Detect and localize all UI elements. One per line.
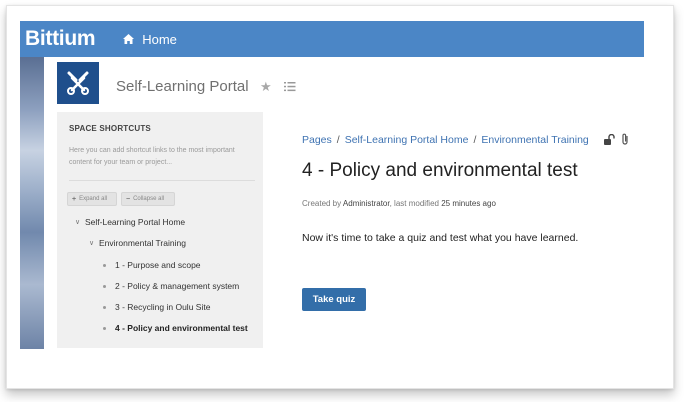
bittium-logo[interactable]: Bittium (25, 27, 96, 51)
take-quiz-button[interactable]: Take quiz (302, 288, 366, 311)
collapse-all-button[interactable]: − Collapse all (121, 192, 175, 206)
top-header: Bittium Home (20, 21, 644, 57)
tree-item-page-3[interactable]: 3 - Recycling in Oulu Site (103, 302, 210, 312)
expand-all-label: Expand all (79, 196, 108, 202)
bullet-icon (103, 263, 106, 267)
tree-item-page-label: 1 - Purpose and scope (115, 260, 201, 270)
tree-item-page-1[interactable]: 1 - Purpose and scope (103, 260, 201, 270)
collapse-all-label: Collapse all (133, 196, 165, 202)
tree-item-root[interactable]: ∨ Self-Learning Portal Home (75, 217, 185, 227)
page-metadata: Created by Administrator, last modified … (302, 199, 496, 208)
meta-modified: , last modified (389, 199, 439, 208)
page-restriction-icons (604, 133, 629, 145)
home-label: Home (142, 31, 177, 47)
list-icon[interactable] (284, 79, 296, 97)
tree-item-page-label: 2 - Policy & management system (115, 281, 240, 291)
chevron-down-icon[interactable]: ∨ (75, 218, 85, 226)
unlock-icon[interactable] (604, 133, 615, 145)
page-title: 4 - Policy and environmental test (302, 160, 578, 181)
breadcrumb-pages[interactable]: Pages (302, 134, 332, 146)
tree-item-page-2[interactable]: 2 - Policy & management system (103, 281, 239, 291)
meta-created-by: Created by (302, 199, 342, 208)
minus-icon: − (126, 195, 131, 203)
tree-item-page-4-current[interactable]: 4 - Policy and environmental test (103, 323, 248, 333)
expand-all-button[interactable]: + Expand all (67, 192, 117, 206)
bullet-icon (103, 305, 106, 309)
meta-time[interactable]: 25 minutes ago (441, 199, 496, 208)
breadcrumb-separator: / (336, 134, 340, 146)
tree-item-page-label: 3 - Recycling in Oulu Site (115, 302, 211, 312)
space-title[interactable]: Self-Learning Portal (116, 78, 249, 95)
home-link[interactable]: Home (123, 32, 177, 47)
breadcrumb: Pages / Self-Learning Portal Home / Envi… (302, 134, 589, 146)
chevron-down-icon[interactable]: ∨ (89, 239, 99, 247)
bullet-icon (103, 326, 106, 330)
attachment-icon[interactable] (621, 133, 629, 145)
star-icon[interactable]: ★ (260, 79, 272, 95)
sidebar: SPACE SHORTCUTS Here you can add shortcu… (57, 112, 263, 348)
background-image-strip (20, 57, 44, 349)
meta-author[interactable]: Administrator (343, 199, 390, 208)
space-shortcuts-title: SPACE SHORTCUTS (69, 124, 151, 133)
page-body-text: Now it's time to take a quiz and test wh… (302, 232, 579, 244)
tree-item-root-label: Self-Learning Portal Home (85, 217, 186, 227)
tree-item-child-label: Environmental Training (99, 238, 186, 248)
space-logo[interactable] (57, 62, 99, 104)
home-icon (123, 34, 135, 44)
tree-item-page-label: 4 - Policy and environmental test (115, 323, 248, 333)
breadcrumb-space-home[interactable]: Self-Learning Portal Home (345, 134, 469, 146)
breadcrumb-separator: / (473, 134, 477, 146)
bullet-icon (103, 284, 106, 288)
space-shortcuts-description: Here you can add shortcut links to the m… (69, 147, 235, 166)
breadcrumb-environmental-training[interactable]: Environmental Training (481, 134, 588, 146)
sidebar-divider (69, 180, 255, 181)
plus-icon: + (72, 195, 77, 203)
tree-item-environmental-training[interactable]: ∨ Environmental Training (89, 238, 186, 248)
space-logo-icon (67, 71, 89, 95)
